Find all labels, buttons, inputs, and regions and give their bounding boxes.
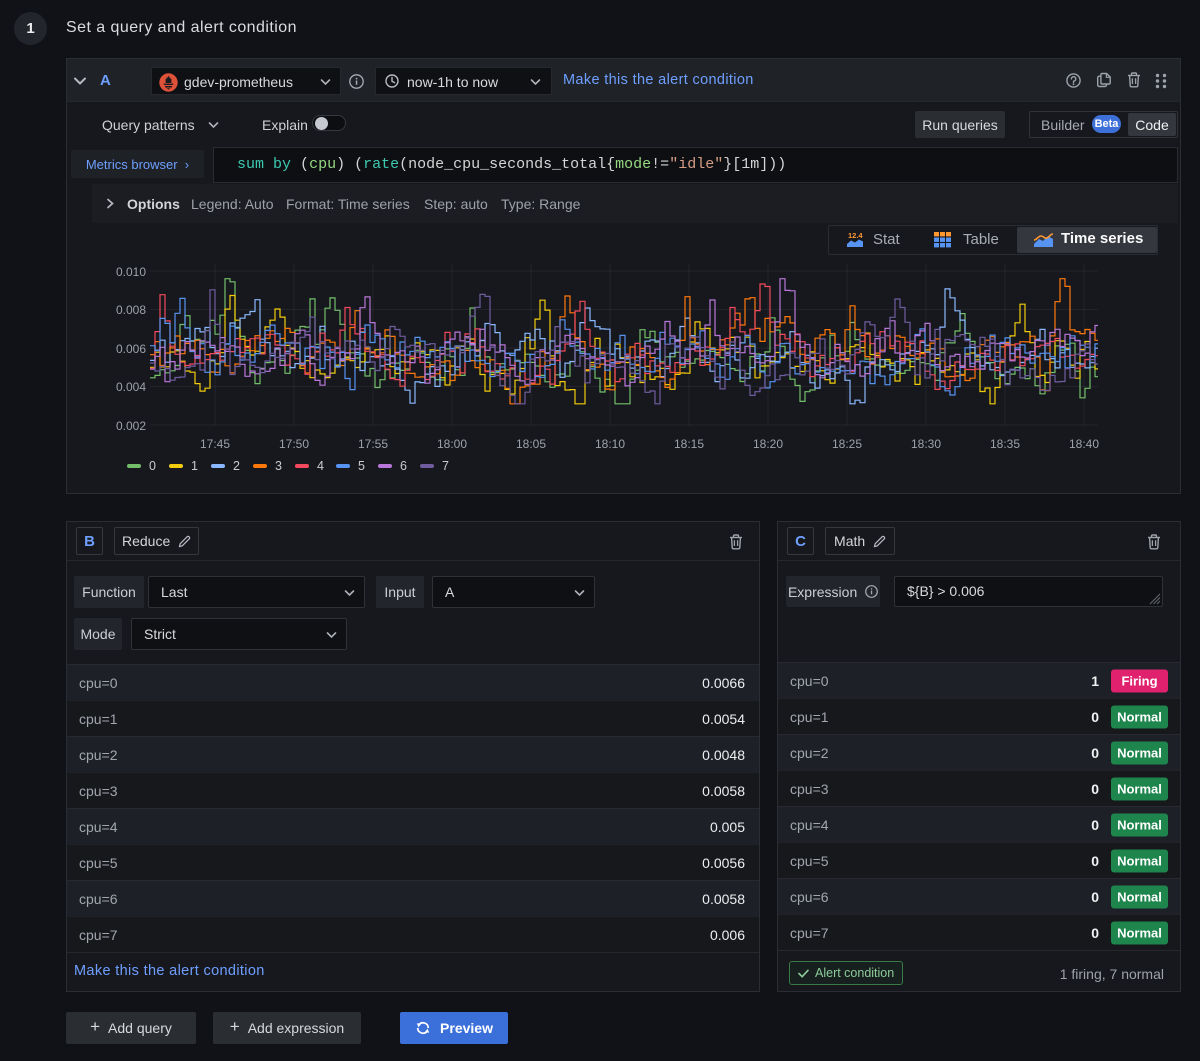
svg-text:12.4: 12.4 [848, 231, 863, 240]
